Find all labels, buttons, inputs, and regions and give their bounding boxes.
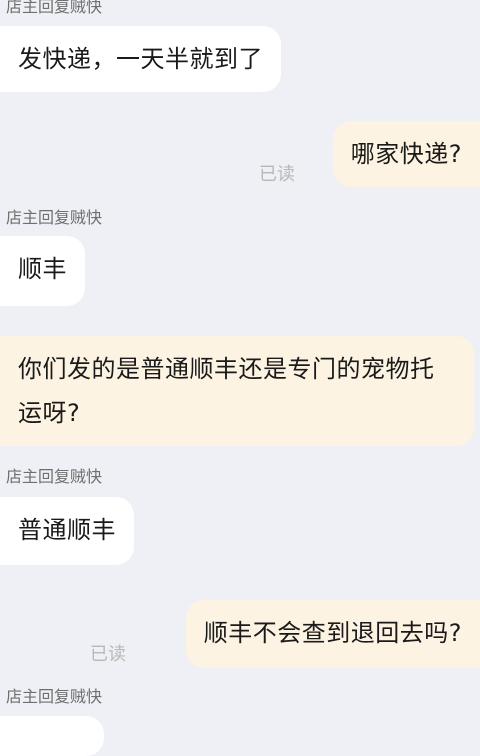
incoming-message-bubble[interactable]: 你们发的是普通顺丰还是专门的宠物托运呀? <box>0 336 474 446</box>
sender-name: 店主回复贼快 <box>6 0 103 16</box>
incoming-message-bubble[interactable]: 普通顺丰 <box>0 497 134 565</box>
incoming-message-bubble[interactable]: 发快递，一天半就到了 <box>0 26 281 92</box>
outgoing-message-bubble[interactable]: 顺丰不会查到退回去吗? <box>185 600 480 668</box>
sender-name: 店主回复贼快 <box>6 687 103 706</box>
read-status: 已读 <box>259 164 295 185</box>
incoming-message-bubble[interactable]: 顺丰 <box>0 236 85 306</box>
sender-name: 店主回复贼快 <box>6 467 103 486</box>
incoming-message-bubble[interactable] <box>0 716 104 756</box>
sender-name: 店主回复贼快 <box>6 208 103 227</box>
read-status: 已读 <box>90 644 126 665</box>
outgoing-message-bubble[interactable]: 哪家快递? <box>332 121 480 187</box>
chat-thread: 店主回复贼快 发快递，一天半就到了 哪家快递? 已读 店主回复贼快 顺丰 你们发… <box>0 0 480 756</box>
